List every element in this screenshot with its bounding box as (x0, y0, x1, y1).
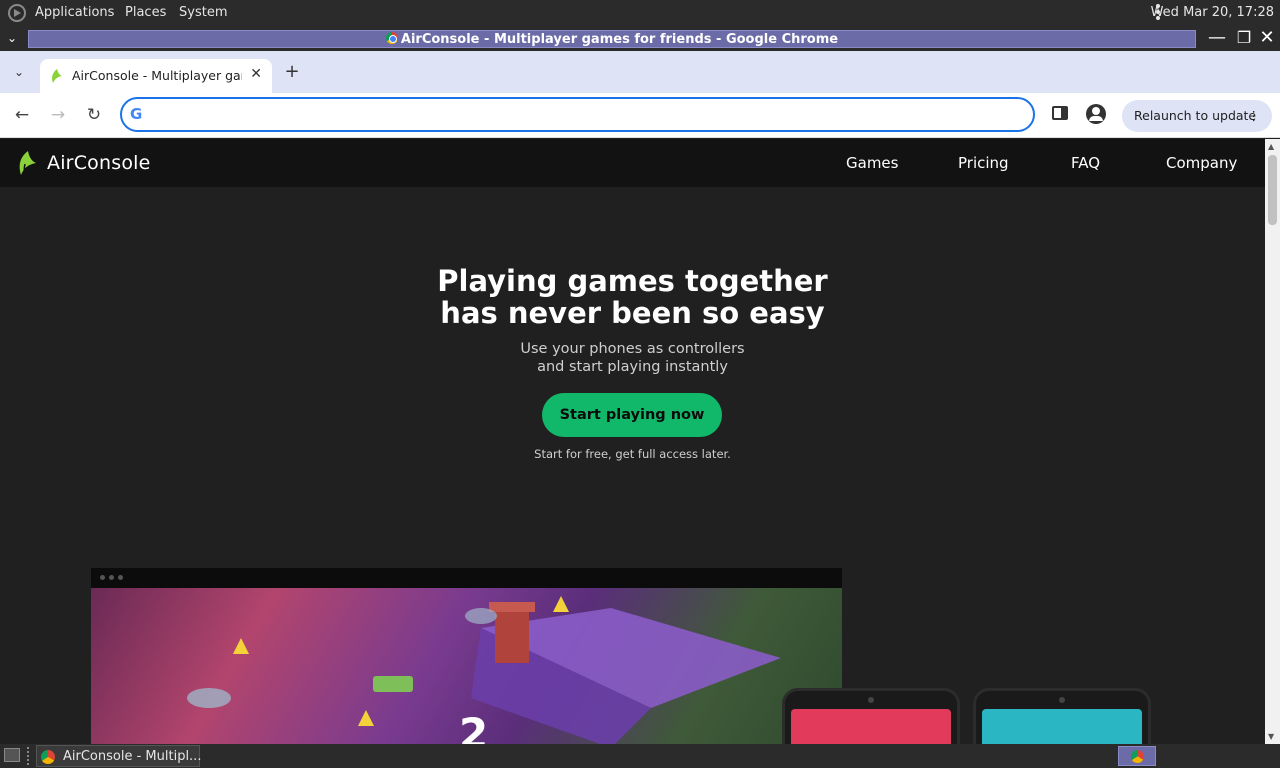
omnibox[interactable]: G (120, 97, 1035, 132)
forward-arrow-icon[interactable]: → (47, 104, 69, 126)
tab-close-icon[interactable]: ✕ (250, 66, 262, 82)
browser-toolbar: ← → ↻ G Relaunch to update ⋮ (0, 93, 1280, 138)
tab-search-chevron-icon[interactable]: ⌄ (8, 61, 30, 83)
frame-dot (100, 575, 105, 580)
menu-applications[interactable]: Applications (35, 5, 114, 20)
taskbar-window-label: AirConsole - Multipl... (63, 749, 202, 764)
window-title: AirConsole - Multiplayer games for frien… (400, 32, 839, 47)
site-navbar: AirConsole Games Pricing FAQ Company (0, 139, 1265, 187)
start-playing-button[interactable]: Start playing now (542, 393, 722, 437)
airconsole-favicon-icon (52, 69, 62, 83)
nav-link-company[interactable]: Company (1166, 154, 1237, 172)
titlebar-drag-area[interactable]: AirConsole - Multiplayer games for frien… (28, 30, 1196, 48)
hero-title: Playing games together has never been so… (0, 265, 1265, 329)
profile-avatar-icon[interactable] (1086, 104, 1106, 124)
hero-subtitle-line-1: Use your phones as controllers (520, 341, 745, 357)
desktop-top-panel: Applications Places System Wed Mar 20, 1… (0, 0, 1280, 26)
scroll-up-icon[interactable]: ▲ (1268, 142, 1274, 151)
kebab-menu-icon[interactable]: ⋮ (1248, 100, 1261, 132)
chrome-icon (385, 32, 398, 44)
hero-subtitle: Use your phones as controllers and start… (0, 340, 1265, 376)
applications-logo-icon[interactable] (8, 4, 26, 22)
phone-screen (982, 709, 1142, 744)
phone-controller-red (782, 688, 960, 744)
cta-note: Start for free, get full access later. (534, 447, 731, 461)
web-page: AirConsole Games Pricing FAQ Company Pla… (0, 139, 1265, 744)
game-preview-frame: 2 (91, 568, 842, 744)
side-panel-icon[interactable] (1052, 106, 1068, 120)
site-logo-text[interactable]: AirConsole (47, 152, 151, 174)
relaunch-to-update-button[interactable]: Relaunch to update ⋮ (1122, 100, 1272, 132)
hero-subtitle-line-2: and start playing instantly (537, 359, 728, 375)
phone-notch (1059, 697, 1065, 703)
workspace-switcher[interactable] (1118, 746, 1156, 766)
menu-system[interactable]: System (179, 5, 227, 20)
reload-icon[interactable]: ↻ (83, 104, 105, 126)
scroll-down-icon[interactable]: ▼ (1268, 732, 1274, 741)
airconsole-logo-icon[interactable] (16, 150, 38, 176)
minimize-icon[interactable]: — (1207, 28, 1227, 48)
window-menu-chevron-icon[interactable]: ⌄ (2, 28, 22, 48)
game-screenshot-image: 2 (91, 588, 842, 744)
clock[interactable]: Wed Mar 20, 17:28 (1151, 5, 1274, 20)
game-frame-bar (91, 568, 842, 588)
address-input[interactable] (156, 104, 1016, 126)
chrome-icon (41, 750, 55, 764)
page-scrollbar[interactable]: ▲ ▼ (1265, 139, 1280, 744)
menu-places[interactable]: Places (125, 5, 166, 20)
nav-link-faq[interactable]: FAQ (1071, 154, 1100, 172)
close-window-icon[interactable]: ✕ (1257, 28, 1277, 48)
google-icon: G (130, 105, 143, 123)
show-desktop-icon[interactable] (4, 748, 20, 762)
taskbar-handle[interactable] (27, 747, 30, 765)
phone-controller-cyan (973, 688, 1151, 744)
frame-dot (118, 575, 123, 580)
chrome-icon (1131, 750, 1144, 763)
tab-airconsole[interactable]: AirConsole - Multiplayer games for frien… (40, 59, 272, 93)
nav-link-games[interactable]: Games (846, 154, 898, 172)
back-arrow-icon[interactable]: ← (11, 104, 33, 126)
svg-text:2: 2 (459, 709, 488, 744)
tab-strip: ⌄ AirConsole - Multiplayer games for fri… (0, 51, 1280, 93)
phone-notch (868, 697, 874, 703)
hero-title-line-2: has never been so easy (440, 296, 825, 330)
nav-link-pricing[interactable]: Pricing (958, 154, 1009, 172)
relaunch-label: Relaunch to update (1134, 108, 1257, 123)
tab-title: AirConsole - Multiplayer games for frien… (72, 68, 242, 83)
hero-title-line-1: Playing games together (437, 264, 828, 298)
desktop-taskbar: AirConsole - Multipl... (0, 744, 1280, 768)
taskbar-window-chrome[interactable]: AirConsole - Multipl... (36, 745, 202, 767)
scroll-thumb[interactable] (1268, 155, 1277, 225)
game-scene-graphic: 2 (187, 596, 781, 744)
window-titlebar[interactable]: ⌄ AirConsole - Multiplayer games for fri… (0, 26, 1280, 51)
new-tab-plus-icon[interactable]: + (282, 61, 302, 82)
frame-dot (109, 575, 114, 580)
window-title-container: AirConsole - Multiplayer games for frien… (29, 32, 1195, 47)
maximize-icon[interactable]: ❐ (1234, 28, 1254, 48)
phone-screen (791, 709, 951, 744)
